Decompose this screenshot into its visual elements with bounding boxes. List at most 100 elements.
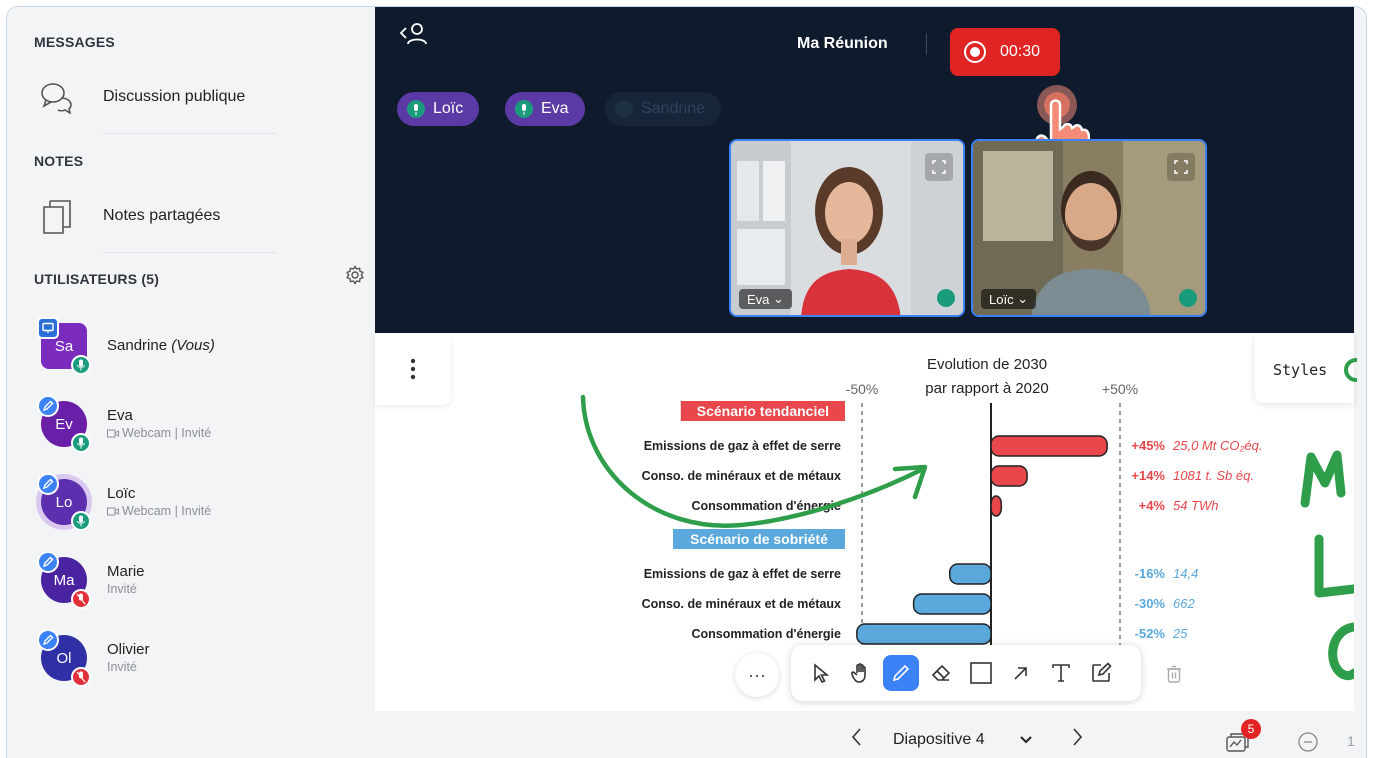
bar xyxy=(912,593,992,615)
category-label: Conso. de minéraux et de métaux xyxy=(642,597,841,611)
pencil-tool-button[interactable] xyxy=(883,655,919,691)
cursor-icon xyxy=(814,663,830,684)
more-vertical-icon xyxy=(410,358,416,380)
annotation-handwriting[interactable] xyxy=(1300,450,1346,508)
data-annotation: 54 TWh xyxy=(1173,498,1219,513)
avatar-initials: Ev xyxy=(55,415,73,433)
more-tools-button[interactable]: ··· xyxy=(735,653,779,697)
annotation-handwriting[interactable] xyxy=(1314,534,1354,598)
pencil-icon xyxy=(37,629,59,651)
user-item-loic[interactable]: Lo Loïc Webcam | Invité xyxy=(37,473,357,531)
arrow-tool-button[interactable] xyxy=(1003,655,1039,691)
video-tile-eva[interactable]: Eva ⌄ xyxy=(729,139,965,317)
pencil-icon xyxy=(37,473,59,495)
user-item-marie[interactable]: Ma Marie Invité xyxy=(37,551,357,609)
mic-muted-icon xyxy=(71,667,91,687)
presenter-icon xyxy=(37,317,59,339)
webcam-icon xyxy=(107,429,119,437)
user-sub-text: Webcam | Invité xyxy=(122,504,212,518)
video-name-tag[interactable]: Loïc ⌄ xyxy=(981,289,1037,309)
data-annotation: 14,4 xyxy=(1173,566,1198,581)
mic-icon xyxy=(71,433,91,453)
mic-icon xyxy=(71,511,91,531)
user-suffix: (Vous) xyxy=(171,337,215,354)
chart-title: par rapport à 2020 xyxy=(925,380,1048,397)
expand-icon[interactable] xyxy=(1167,153,1195,181)
category-label: Conso. de minéraux et de métaux xyxy=(642,469,841,483)
chevron-left-icon xyxy=(851,728,861,746)
shared-notes-item[interactable]: Notes partagées xyxy=(37,196,220,236)
chat-icon xyxy=(37,77,77,117)
user-name: Olivier xyxy=(107,641,150,658)
text-tool-button[interactable] xyxy=(1043,655,1079,691)
options-menu-button[interactable] xyxy=(375,333,451,405)
video-tile-loic[interactable]: Loïc ⌄ xyxy=(971,139,1207,317)
mic-icon xyxy=(615,100,633,118)
talker-pill-eva[interactable]: Eva xyxy=(505,92,585,126)
data-annotation: 25,0 Mt CO₂éq. xyxy=(1172,438,1263,453)
data-annotation: 25 xyxy=(1172,626,1188,641)
bar xyxy=(990,465,1028,487)
x-tick-label: -50% xyxy=(846,381,879,397)
x-tick-label: +50% xyxy=(1102,381,1138,397)
next-slide-button[interactable] xyxy=(1067,725,1087,749)
toggle-user-list-button[interactable] xyxy=(395,19,435,49)
note-tool-button[interactable] xyxy=(1083,655,1119,691)
user-sub: Invité xyxy=(107,582,137,596)
user-name: Sandrine (Vous) xyxy=(107,337,215,354)
user-sub-text: Invité xyxy=(107,660,137,674)
chevron-right-icon xyxy=(1073,728,1083,746)
record-button[interactable]: 00:30 xyxy=(950,28,1060,76)
messages-title: MESSAGES xyxy=(34,34,115,50)
sidebar: MESSAGES Discussion publique NOTES Notes… xyxy=(7,7,375,758)
chart-title: Evolution de 2030 xyxy=(927,356,1047,373)
eraser-icon xyxy=(931,664,951,681)
video-name-tag[interactable]: Eva ⌄ xyxy=(739,289,792,309)
expand-icon[interactable] xyxy=(925,153,953,181)
avatar-initials: Ol xyxy=(56,649,72,667)
rectangle-tool-button[interactable] xyxy=(963,655,999,691)
styles-panel[interactable]: Styles xyxy=(1255,333,1357,403)
talker-pill-loic[interactable]: Loïc xyxy=(397,92,480,126)
app-window: MESSAGES Discussion publique NOTES Notes… xyxy=(6,6,1367,758)
pencil-icon xyxy=(37,395,59,417)
zoom-value: 1 xyxy=(1347,733,1355,749)
user-sub-text: Webcam | Invité xyxy=(122,426,212,440)
talker-pill-sandrine[interactable]: Sandrine xyxy=(605,92,722,126)
user-item-eva[interactable]: Ev Eva Webcam | Invité xyxy=(37,395,357,453)
notes-icon xyxy=(37,196,77,236)
previous-slide-button[interactable] xyxy=(847,725,867,749)
public-chat-item[interactable]: Discussion publique xyxy=(37,77,245,117)
divider xyxy=(926,33,927,55)
slide-selector[interactable]: Diapositive 4 xyxy=(893,731,985,749)
category-label: Emissions de gaz à effet de serre xyxy=(644,439,841,453)
talker-name: Loïc xyxy=(433,100,464,117)
bar xyxy=(990,435,1108,457)
shared-notes-label: Notes partagées xyxy=(103,207,221,224)
bar xyxy=(856,623,992,645)
eraser-tool-button[interactable] xyxy=(923,655,959,691)
user-item-olivier[interactable]: Ol Olivier Invité xyxy=(37,629,357,687)
user-item-sandrine[interactable]: Sa Sandrine (Vous) xyxy=(37,317,357,375)
color-swatch-icon xyxy=(1344,358,1357,382)
gear-icon[interactable] xyxy=(345,265,365,285)
delete-button[interactable] xyxy=(1159,659,1189,689)
avatar-initials: Lo xyxy=(55,493,73,511)
bar xyxy=(948,563,992,585)
user-name: Eva xyxy=(107,407,133,424)
pan-tool-button[interactable] xyxy=(843,655,879,691)
rectangle-icon xyxy=(970,662,992,684)
zoom-out-button[interactable] xyxy=(1297,731,1319,753)
data-label: -52% xyxy=(1135,626,1166,641)
video-name: Loïc xyxy=(989,291,1014,307)
talker-name: Eva xyxy=(541,100,569,117)
category-label: Consommation d'énergie xyxy=(691,627,841,641)
annotation-handwriting[interactable] xyxy=(1328,622,1354,681)
select-tool-button[interactable] xyxy=(803,655,839,691)
user-name: Loïc xyxy=(107,485,136,502)
group-header: Scénario tendanciel xyxy=(697,403,829,419)
user-sub: Webcam | Invité xyxy=(107,426,211,440)
data-annotation: 1081 t. Sb éq. xyxy=(1173,468,1254,483)
slides-count-badge: 5 xyxy=(1241,719,1261,739)
chevron-down-icon[interactable] xyxy=(1019,733,1033,747)
